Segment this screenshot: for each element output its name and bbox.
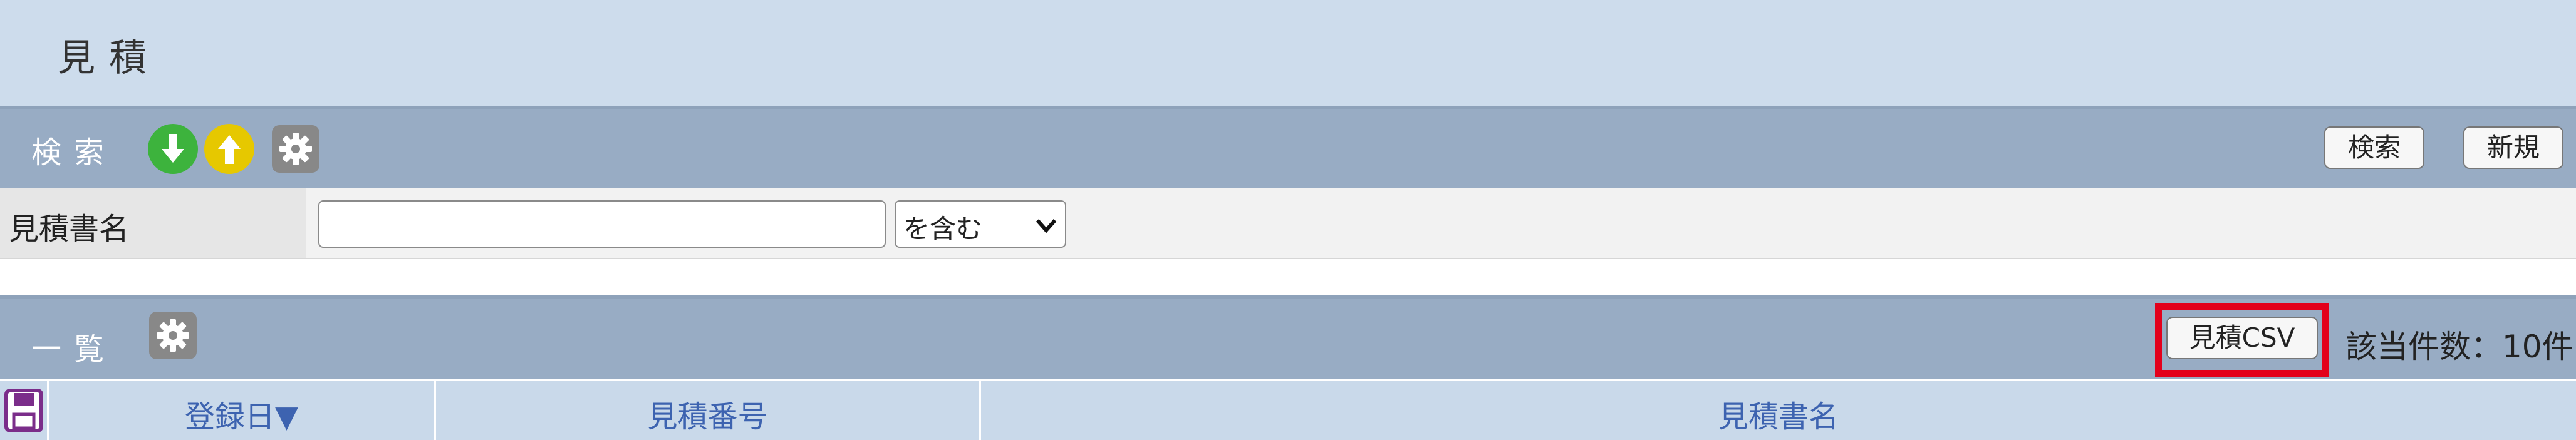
search-panel-header: 検索 検索 新規 — [0, 109, 2576, 188]
arrow-up-icon[interactable] — [204, 124, 254, 174]
column-header-date[interactable]: 登録日▼ — [49, 381, 436, 440]
chevron-down-icon — [1034, 214, 1059, 239]
new-button[interactable]: 新規 — [2463, 126, 2563, 169]
gear-icon[interactable] — [149, 312, 197, 359]
save-icon[interactable] — [3, 386, 46, 436]
page-title: 見積 — [58, 36, 160, 80]
column-header-quote-name[interactable]: 見積書名 — [981, 381, 2576, 440]
column-header-quote-name-label: 見積書名 — [1718, 399, 1839, 434]
table-header-row: 登録日▼ 見積番号 見積書名 — [0, 379, 2576, 440]
column-header-quote-number-label: 見積番号 — [647, 399, 768, 434]
search-row: 見積書名 を含む — [0, 188, 2576, 259]
match-option-select[interactable]: を含む — [895, 200, 1066, 248]
title-bar: 見積 — [0, 0, 2576, 108]
save-column-cell — [0, 381, 49, 440]
gear-icon[interactable] — [272, 125, 319, 173]
column-header-date-label: 登録日▼ — [185, 399, 298, 434]
quote-name-input[interactable] — [318, 200, 886, 248]
column-header-quote-number[interactable]: 見積番号 — [436, 381, 981, 440]
field-label-cell: 見積書名 — [0, 188, 306, 258]
search-button[interactable]: 検索 — [2324, 126, 2424, 169]
quote-name-label: 見積書名 — [9, 212, 130, 247]
result-count: 該当件数：10件 — [2345, 329, 2573, 365]
search-panel-label: 検索 — [31, 135, 117, 170]
list-panel-label: 一覧 — [31, 332, 117, 367]
arrow-down-icon[interactable] — [148, 124, 198, 174]
quote-csv-button[interactable]: 見積CSV — [2166, 317, 2318, 359]
match-option-value: を含む — [903, 213, 983, 244]
